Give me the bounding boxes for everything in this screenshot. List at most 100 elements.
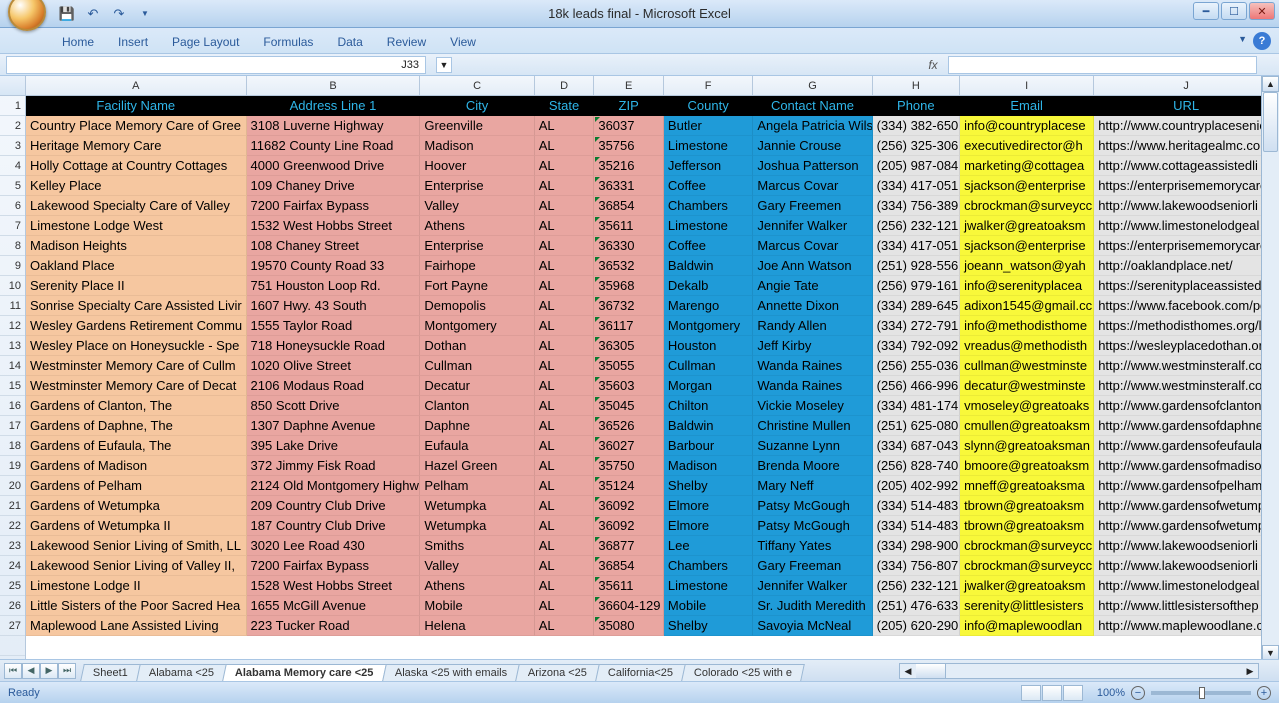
cell[interactable]: 36854 [594,556,664,576]
cell[interactable]: Kelley Place [26,176,247,196]
cell[interactable]: Angie Tate [753,276,872,296]
row-header-23[interactable]: 23 [0,536,25,556]
column-header-A[interactable]: A [26,76,247,95]
cell[interactable]: Elmore [664,496,753,516]
cell[interactable]: http://www.cottageassistedli [1094,156,1279,176]
row-header-19[interactable]: 19 [0,456,25,476]
cell[interactable]: (256) 979-161 [873,276,960,296]
redo-icon[interactable]: ↷ [108,3,130,25]
cell[interactable]: 395 Lake Drive [247,436,421,456]
cell[interactable]: 1555 Taylor Road [247,316,421,336]
row-header-2[interactable]: 2 [0,116,25,136]
ribbon-minimize-icon[interactable]: ▼ [1238,34,1247,44]
cell[interactable]: jwalker@greatoaksm [960,576,1094,596]
cell[interactable]: cullman@westminste [960,356,1094,376]
cell[interactable]: Jannie Crouse [753,136,872,156]
cell[interactable]: http://www.lakewoodseniorli [1094,196,1279,216]
cell[interactable]: Patsy McGough [753,496,872,516]
undo-icon[interactable]: ↶ [82,3,104,25]
cell[interactable]: Tiffany Yates [753,536,872,556]
view-normal-icon[interactable] [1021,685,1041,701]
cell[interactable]: Greenville [420,116,534,136]
zoom-slider[interactable] [1151,691,1251,695]
cell[interactable]: AL [535,176,595,196]
cell[interactable]: Lee [664,536,753,556]
cell[interactable]: https://serenityplaceassistedli [1094,276,1279,296]
row-header-15[interactable]: 15 [0,376,25,396]
cell[interactable]: Wetumpka [420,496,534,516]
row-header-5[interactable]: 5 [0,176,25,196]
cell[interactable]: http://www.littlesistersofthep [1094,596,1279,616]
cell[interactable]: Brenda Moore [753,456,872,476]
cell[interactable]: 35603 [594,376,664,396]
column-header-F[interactable]: F [664,76,753,95]
cell[interactable]: https://wesleyplacedothan.org [1094,336,1279,356]
cell[interactable]: 35750 [594,456,664,476]
cell[interactable]: Jefferson [664,156,753,176]
cell[interactable]: 36027 [594,436,664,456]
cell[interactable]: 35045 [594,396,664,416]
cell[interactable]: 223 Tucker Road [247,616,421,636]
cell[interactable]: (334) 272-791 [873,316,960,336]
column-header-J[interactable]: J [1094,76,1279,95]
row-header-21[interactable]: 21 [0,496,25,516]
row-header-18[interactable]: 18 [0,436,25,456]
header-cell-address-line-1[interactable]: Address Line 1 [247,96,421,116]
sheet-tab[interactable]: Alaska <25 with emails [382,664,520,681]
row-header-16[interactable]: 16 [0,396,25,416]
cell[interactable]: 1607 Hwy. 43 South [247,296,421,316]
cell[interactable]: 850 Scott Drive [247,396,421,416]
cell[interactable]: http://www.maplewoodlane.c [1094,616,1279,636]
cell[interactable]: 109 Chaney Drive [247,176,421,196]
column-header-D[interactable]: D [535,76,595,95]
cell[interactable]: Montgomery [664,316,753,336]
cell[interactable]: Maplewood Lane Assisted Living [26,616,247,636]
cell[interactable]: mneff@greatoaksma [960,476,1094,496]
cell[interactable]: Wesley Place on Honeysuckle - Spe [26,336,247,356]
zoom-out-icon[interactable]: − [1131,686,1145,700]
cell[interactable]: Vickie Moseley [753,396,872,416]
cell[interactable]: 36037 [594,116,664,136]
cell[interactable]: (334) 792-092 [873,336,960,356]
cell[interactable]: Marcus Covar [753,236,872,256]
header-cell-email[interactable]: Email [960,96,1094,116]
cell[interactable]: AL [535,436,595,456]
cell[interactable]: Joe Ann Watson [753,256,872,276]
cell[interactable]: 372 Jimmy Fisk Road [247,456,421,476]
cell[interactable]: Coffee [664,176,753,196]
ribbon-tab-page-layout[interactable]: Page Layout [160,31,251,53]
cell[interactable]: Daphne [420,416,534,436]
ribbon-tab-data[interactable]: Data [325,31,374,53]
cell[interactable]: Gardens of Wetumpka II [26,516,247,536]
cell[interactable]: info@serenityplacea [960,276,1094,296]
header-cell-contact-name[interactable]: Contact Name [753,96,872,116]
cell[interactable]: 35611 [594,576,664,596]
cell[interactable]: Hazel Green [420,456,534,476]
cell[interactable]: Lakewood Senior Living of Valley II, [26,556,247,576]
cell[interactable]: https://enterprisememorycare [1094,176,1279,196]
cell[interactable]: Fairhope [420,256,534,276]
cell[interactable]: 35080 [594,616,664,636]
cell[interactable]: Mobile [664,596,753,616]
cell[interactable]: Limestone Lodge II [26,576,247,596]
cell[interactable]: sjackson@enterprise [960,176,1094,196]
cell[interactable]: 36604-129 [594,596,664,616]
cell[interactable]: 1020 Olive Street [247,356,421,376]
cell[interactable]: 35055 [594,356,664,376]
scroll-up-icon[interactable]: ▲ [1262,76,1279,92]
cell[interactable]: AL [535,216,595,236]
cell[interactable]: AL [535,556,595,576]
cell[interactable]: http://www.gardensofclanton. [1094,396,1279,416]
cell[interactable]: AL [535,136,595,156]
cell[interactable]: 36092 [594,516,664,536]
cell[interactable]: Westminster Memory Care of Cullm [26,356,247,376]
cell[interactable]: AL [535,336,595,356]
cell[interactable]: http://www.gardensofdaphne [1094,416,1279,436]
cell[interactable]: Decatur [420,376,534,396]
cell[interactable]: Sonrise Specialty Care Assisted Livir [26,296,247,316]
column-header-B[interactable]: B [247,76,421,95]
cell[interactable]: Cullman [664,356,753,376]
cell[interactable]: sjackson@enterprise [960,236,1094,256]
hscroll-thumb[interactable] [916,664,946,678]
cell[interactable]: executivedirector@h [960,136,1094,156]
